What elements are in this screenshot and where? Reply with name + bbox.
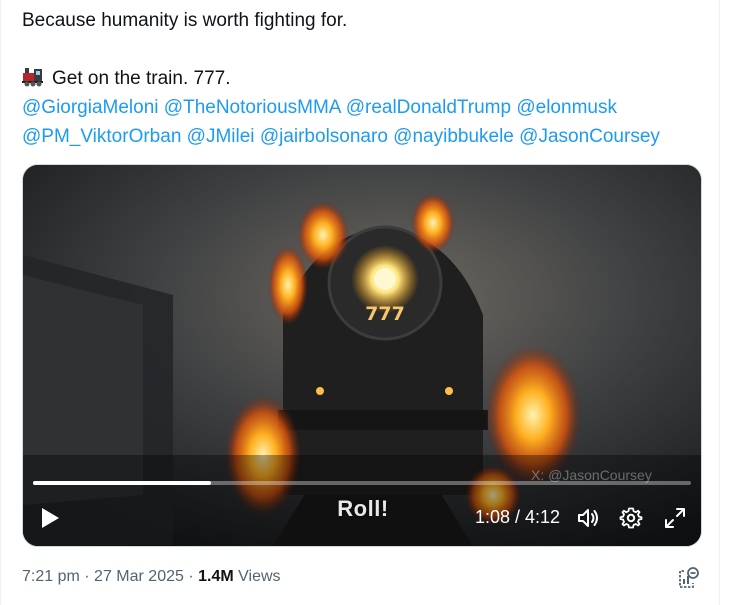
engine-number: 777 — [365, 303, 405, 325]
video-frame-train: 777 — [23, 165, 701, 546]
views-label: Views — [238, 568, 281, 585]
volume-icon[interactable] — [576, 506, 600, 530]
post-analytics-icon[interactable] — [676, 566, 700, 590]
tweet-line-2: Get on the train. 777. — [22, 64, 712, 93]
tweet-line-1: Because humanity is worth fighting for. — [22, 10, 348, 31]
video-progress-fill — [33, 481, 211, 485]
mention-link[interactable]: @PM_ViktorOrban — [22, 126, 181, 147]
play-icon[interactable] — [37, 505, 63, 531]
tweet-time[interactable]: 7:21 pm — [22, 568, 80, 585]
mention-link[interactable]: @JasonCoursey — [519, 126, 660, 147]
tweet-meta: 7:21 pm · 27 Mar 2025 · 1.4M Views — [22, 568, 281, 586]
views-count: 1.4M — [198, 568, 234, 585]
mention-link[interactable]: @nayibbukele — [393, 126, 514, 147]
column-divider-left — [0, 0, 1, 605]
tweet-date[interactable]: 27 Mar 2025 — [94, 568, 184, 585]
mention-link[interactable]: @realDonaldTrump — [346, 97, 511, 118]
column-divider-right — [719, 0, 720, 605]
mention-link[interactable]: @elonmusk — [516, 97, 617, 118]
tweet-text: Because humanity is worth fighting for. … — [22, 6, 712, 151]
video-player[interactable]: 777 X: @JasonCoursey Roll! 1:08 / 4:12 — [22, 164, 702, 547]
steam-locomotive-icon — [22, 68, 43, 87]
video-time-display: 1:08 / 4:12 — [475, 507, 561, 527]
mention-link[interactable]: @JMilei — [187, 126, 255, 147]
mentions-row-2: @PM_ViktorOrban @JMilei @jairbolsonaro @… — [22, 122, 712, 151]
settings-icon[interactable] — [619, 506, 643, 530]
fullscreen-icon[interactable] — [663, 506, 687, 530]
mention-link[interactable]: @GiorgiaMeloni — [22, 97, 159, 118]
mention-link[interactable]: @TheNotoriousMMA — [164, 97, 341, 118]
video-caption: Roll! — [337, 496, 389, 521]
mention-link[interactable]: @jairbolsonaro — [260, 126, 388, 147]
meta-separator: · — [188, 568, 194, 585]
video-progress-bar[interactable] — [33, 481, 691, 485]
tweet-line-2-text: Get on the train. 777. — [52, 68, 231, 89]
mentions-row-1: @GiorgiaMeloni @TheNotoriousMMA @realDon… — [22, 93, 712, 122]
meta-separator: · — [84, 568, 90, 585]
